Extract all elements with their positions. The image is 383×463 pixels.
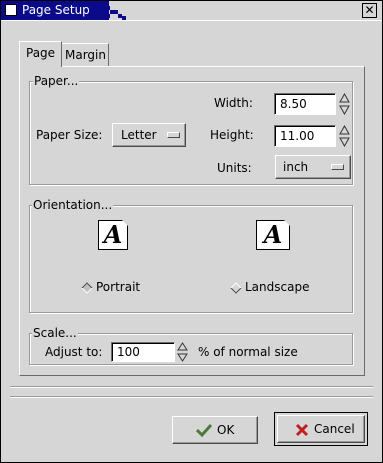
portrait-radio[interactable]: Portrait [81,280,142,296]
radio-selected-icon [81,282,93,294]
paper-size-value: Letter [121,128,157,142]
units-select[interactable]: inch [275,155,351,179]
dropdown-indicator-icon [331,164,344,170]
paper-frame-label: Paper... [33,74,80,88]
tab-margin[interactable]: Margin [58,43,109,67]
cancel-button-face: Cancel [277,415,365,443]
ok-label: OK [217,423,235,437]
height-label: Height: [210,128,254,142]
separator [10,396,373,398]
tab-page-label: Page [26,46,56,60]
paper-size-select[interactable]: Letter [112,123,186,147]
tab-page[interactable]: Page [19,41,63,67]
close-button[interactable]: ✕ [362,3,377,18]
landscape-label: Landscape [245,280,310,294]
width-input[interactable]: 8.50 [274,93,336,115]
height-input[interactable]: 11.00 [274,125,336,147]
adjust-to-label: Adjust to: [45,345,103,359]
page-fold [284,220,291,227]
window-title: Page Setup [22,3,90,17]
orientation-frame [29,205,353,313]
landscape-icon-letter: A [263,220,283,249]
portrait-label: Portrait [96,280,141,294]
cross-icon [295,423,309,437]
scale-suffix: % of normal size [198,345,298,359]
units-value: inch [283,160,309,174]
units-label: Units: [217,161,252,175]
page-fold [122,220,129,227]
scale-input[interactable]: 100 [111,342,175,362]
dropdown-indicator-icon [167,132,180,138]
check-icon [195,423,213,438]
width-spin-arrows-icon[interactable] [339,93,350,115]
title-bar-pattern [98,6,126,20]
scale-frame-label: Scale... [32,326,78,340]
scale-spin-arrows-icon[interactable] [177,342,188,362]
cancel-button[interactable]: Cancel [274,412,368,446]
orientation-frame-label: Orientation... [32,198,114,212]
ok-button[interactable]: OK [172,416,258,444]
window-menu-icon[interactable] [5,4,17,16]
tab-margin-label: Margin [65,48,106,62]
separator [10,386,373,388]
landscape-radio[interactable]: Landscape [230,280,311,296]
cancel-label: Cancel [314,422,355,436]
height-spin-arrows-icon[interactable] [339,125,350,147]
width-label: Width: [214,96,253,110]
radio-unselected-icon [230,282,242,294]
close-icon: ✕ [364,3,375,17]
portrait-icon-letter: A [103,220,123,249]
paper-size-label: Paper Size: [36,128,103,142]
